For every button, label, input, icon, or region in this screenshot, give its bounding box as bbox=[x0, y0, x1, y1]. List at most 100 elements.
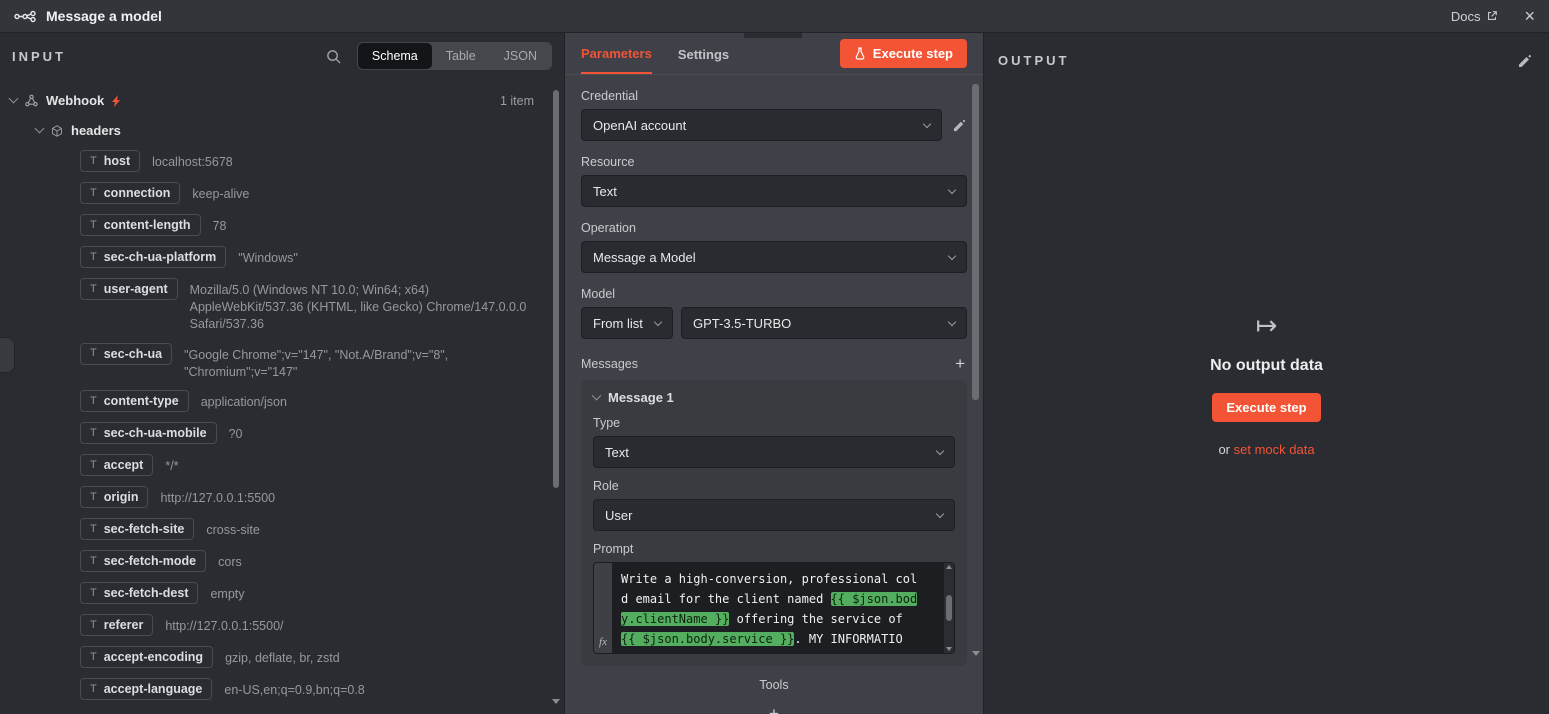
tree-node-webhook[interactable]: Webhook 1 item bbox=[0, 85, 564, 115]
tools-label: Tools bbox=[759, 678, 789, 692]
field-value: */* bbox=[165, 459, 179, 474]
add-message-button[interactable]: + bbox=[953, 355, 967, 372]
execute-step-button[interactable]: Execute step bbox=[839, 39, 967, 68]
close-icon[interactable]: × bbox=[1524, 7, 1535, 25]
schema-field-row[interactable]: T referer http://127.0.0.1:5500/ bbox=[80, 609, 556, 641]
search-icon[interactable] bbox=[326, 49, 341, 64]
headers-fields: T host localhost:5678 T connection keep-… bbox=[0, 145, 564, 705]
schema-tree: Webhook 1 item headers T host localhost:… bbox=[0, 79, 564, 714]
scroll-down-arrow-icon[interactable] bbox=[972, 651, 980, 656]
n8n-logo[interactable] bbox=[14, 9, 36, 24]
prompt-code-line: {{ $json.body.service }}. MY INFORMATIO bbox=[621, 632, 903, 646]
resource-select[interactable]: Text bbox=[581, 175, 967, 207]
execute-step-button-output[interactable]: Execute step bbox=[1212, 393, 1321, 422]
add-tool-button[interactable]: + bbox=[581, 704, 967, 714]
chevron-down-icon bbox=[591, 390, 602, 401]
params-scrollbar-thumb[interactable] bbox=[972, 84, 979, 400]
field-value: localhost:5678 bbox=[152, 155, 233, 169]
type-select[interactable]: Text bbox=[593, 436, 955, 468]
message-1-title: Message 1 bbox=[608, 390, 674, 405]
schema-field-row[interactable]: T sec-fetch-site cross-site bbox=[80, 513, 556, 545]
field-key: accept-language bbox=[103, 682, 203, 697]
schema-field-row[interactable]: T accept */* bbox=[80, 449, 556, 481]
field-key-pill: T content-length bbox=[80, 214, 201, 236]
string-type-icon: T bbox=[90, 154, 97, 167]
tab-settings[interactable]: Settings bbox=[678, 34, 729, 73]
schema-field-row[interactable]: T sec-ch-ua-platform "Windows" bbox=[80, 241, 556, 273]
field-key: sec-fetch-mode bbox=[103, 554, 197, 569]
tab-parameters[interactable]: Parameters bbox=[581, 33, 652, 74]
tab-schema[interactable]: Schema bbox=[357, 43, 432, 69]
fx-badge: fx bbox=[599, 636, 607, 648]
tree-node-params[interactable]: params bbox=[0, 705, 564, 714]
field-key: host bbox=[103, 154, 131, 168]
webhook-icon bbox=[25, 94, 38, 107]
field-value: cors bbox=[218, 555, 242, 570]
scroll-down-arrow-icon[interactable] bbox=[946, 647, 952, 651]
messages-label: Messages bbox=[581, 356, 638, 371]
editor-scrollbar[interactable] bbox=[944, 563, 954, 653]
string-type-icon: T bbox=[90, 218, 97, 231]
schema-field-row[interactable]: T content-length 78 bbox=[80, 209, 556, 241]
field-key: content-type bbox=[103, 394, 179, 409]
field-value: http://127.0.0.1:5500 bbox=[160, 491, 276, 506]
model-mode-select[interactable]: From list bbox=[581, 307, 673, 339]
tree-node-headers[interactable]: headers bbox=[0, 115, 564, 145]
field-value: ?0 bbox=[228, 427, 243, 442]
set-mock-data-link[interactable]: set mock data bbox=[1234, 442, 1315, 457]
input-view-tabs: Schema Table JSON bbox=[356, 42, 552, 70]
schema-field-row[interactable]: T origin http://127.0.0.1:5500 bbox=[80, 481, 556, 513]
prompt-editor[interactable]: fx Write a high-conversion, professional… bbox=[593, 562, 955, 654]
flask-icon bbox=[854, 47, 866, 60]
tab-table[interactable]: Table bbox=[432, 43, 490, 69]
field-value: gzip, deflate, br, zstd bbox=[225, 651, 340, 666]
resource-label: Resource bbox=[581, 155, 635, 169]
string-type-icon: T bbox=[90, 458, 97, 471]
prompt-code-line: Write a high-conversion, professional co… bbox=[621, 572, 918, 586]
schema-field-row[interactable]: T accept-language en-US,en;q=0.9,bn;q=0.… bbox=[80, 673, 556, 705]
prompt-code-line: d email for the client named {{ $json.bo… bbox=[621, 592, 918, 606]
operation-select[interactable]: Message a Model bbox=[581, 241, 967, 273]
input-scrollbar-thumb[interactable] bbox=[553, 90, 559, 488]
string-type-icon: T bbox=[90, 186, 97, 199]
field-key: accept-encoding bbox=[103, 650, 204, 665]
string-type-icon: T bbox=[90, 426, 97, 439]
field-key-pill: T user-agent bbox=[80, 278, 178, 300]
field-value: "Google Chrome";v="147", "Not.A/Brand";v… bbox=[184, 347, 449, 379]
left-panel-collapse-handle[interactable] bbox=[0, 337, 15, 373]
schema-field-row[interactable]: T sec-ch-ua "Google Chrome";v="147", "No… bbox=[80, 338, 556, 386]
role-select[interactable]: User bbox=[593, 499, 955, 531]
credential-value: OpenAI account bbox=[593, 117, 687, 133]
field-value: empty bbox=[210, 587, 245, 602]
role-value: User bbox=[605, 507, 633, 523]
model-select[interactable]: GPT-3.5-TURBO bbox=[681, 307, 967, 339]
string-type-icon: T bbox=[90, 394, 97, 407]
execute-step-label: Execute step bbox=[872, 46, 953, 61]
credential-select[interactable]: OpenAI account bbox=[581, 109, 942, 141]
external-link-icon bbox=[1486, 10, 1498, 22]
field-key: sec-ch-ua bbox=[103, 346, 163, 361]
docs-link[interactable]: Docs bbox=[1451, 9, 1499, 24]
schema-field-row[interactable]: T sec-fetch-dest empty bbox=[80, 577, 556, 609]
string-type-icon: T bbox=[90, 490, 97, 503]
field-value: keep-alive bbox=[192, 187, 250, 201]
edit-output-pencil-icon[interactable] bbox=[1517, 53, 1533, 69]
editor-scrollbar-thumb[interactable] bbox=[946, 595, 952, 621]
scroll-up-arrow-icon[interactable] bbox=[946, 565, 952, 569]
schema-field-row[interactable]: T accept-encoding gzip, deflate, br, zst… bbox=[80, 641, 556, 673]
prompt-code[interactable]: Write a high-conversion, professional co… bbox=[612, 563, 944, 653]
field-key-pill: T sec-ch-ua-platform bbox=[80, 246, 227, 268]
tab-json[interactable]: JSON bbox=[490, 43, 551, 69]
scroll-down-arrow-icon[interactable] bbox=[552, 699, 560, 704]
schema-field-row[interactable]: T sec-ch-ua-mobile ?0 bbox=[80, 417, 556, 449]
string-type-icon: T bbox=[90, 650, 97, 663]
schema-field-row[interactable]: T user-agent Mozilla/5.0 (Windows NT 10.… bbox=[80, 273, 556, 338]
schema-field-row[interactable]: T host localhost:5678 bbox=[80, 145, 556, 177]
type-label: Type bbox=[593, 416, 621, 430]
schema-field-row[interactable]: T content-type application/json bbox=[80, 385, 556, 417]
message-1-header[interactable]: Message 1 bbox=[591, 390, 955, 405]
node-title: Message a model bbox=[46, 8, 162, 24]
credential-edit-pencil-icon[interactable] bbox=[952, 118, 967, 133]
schema-field-row[interactable]: T sec-fetch-mode cors bbox=[80, 545, 556, 577]
schema-field-row[interactable]: T connection keep-alive bbox=[80, 177, 556, 209]
